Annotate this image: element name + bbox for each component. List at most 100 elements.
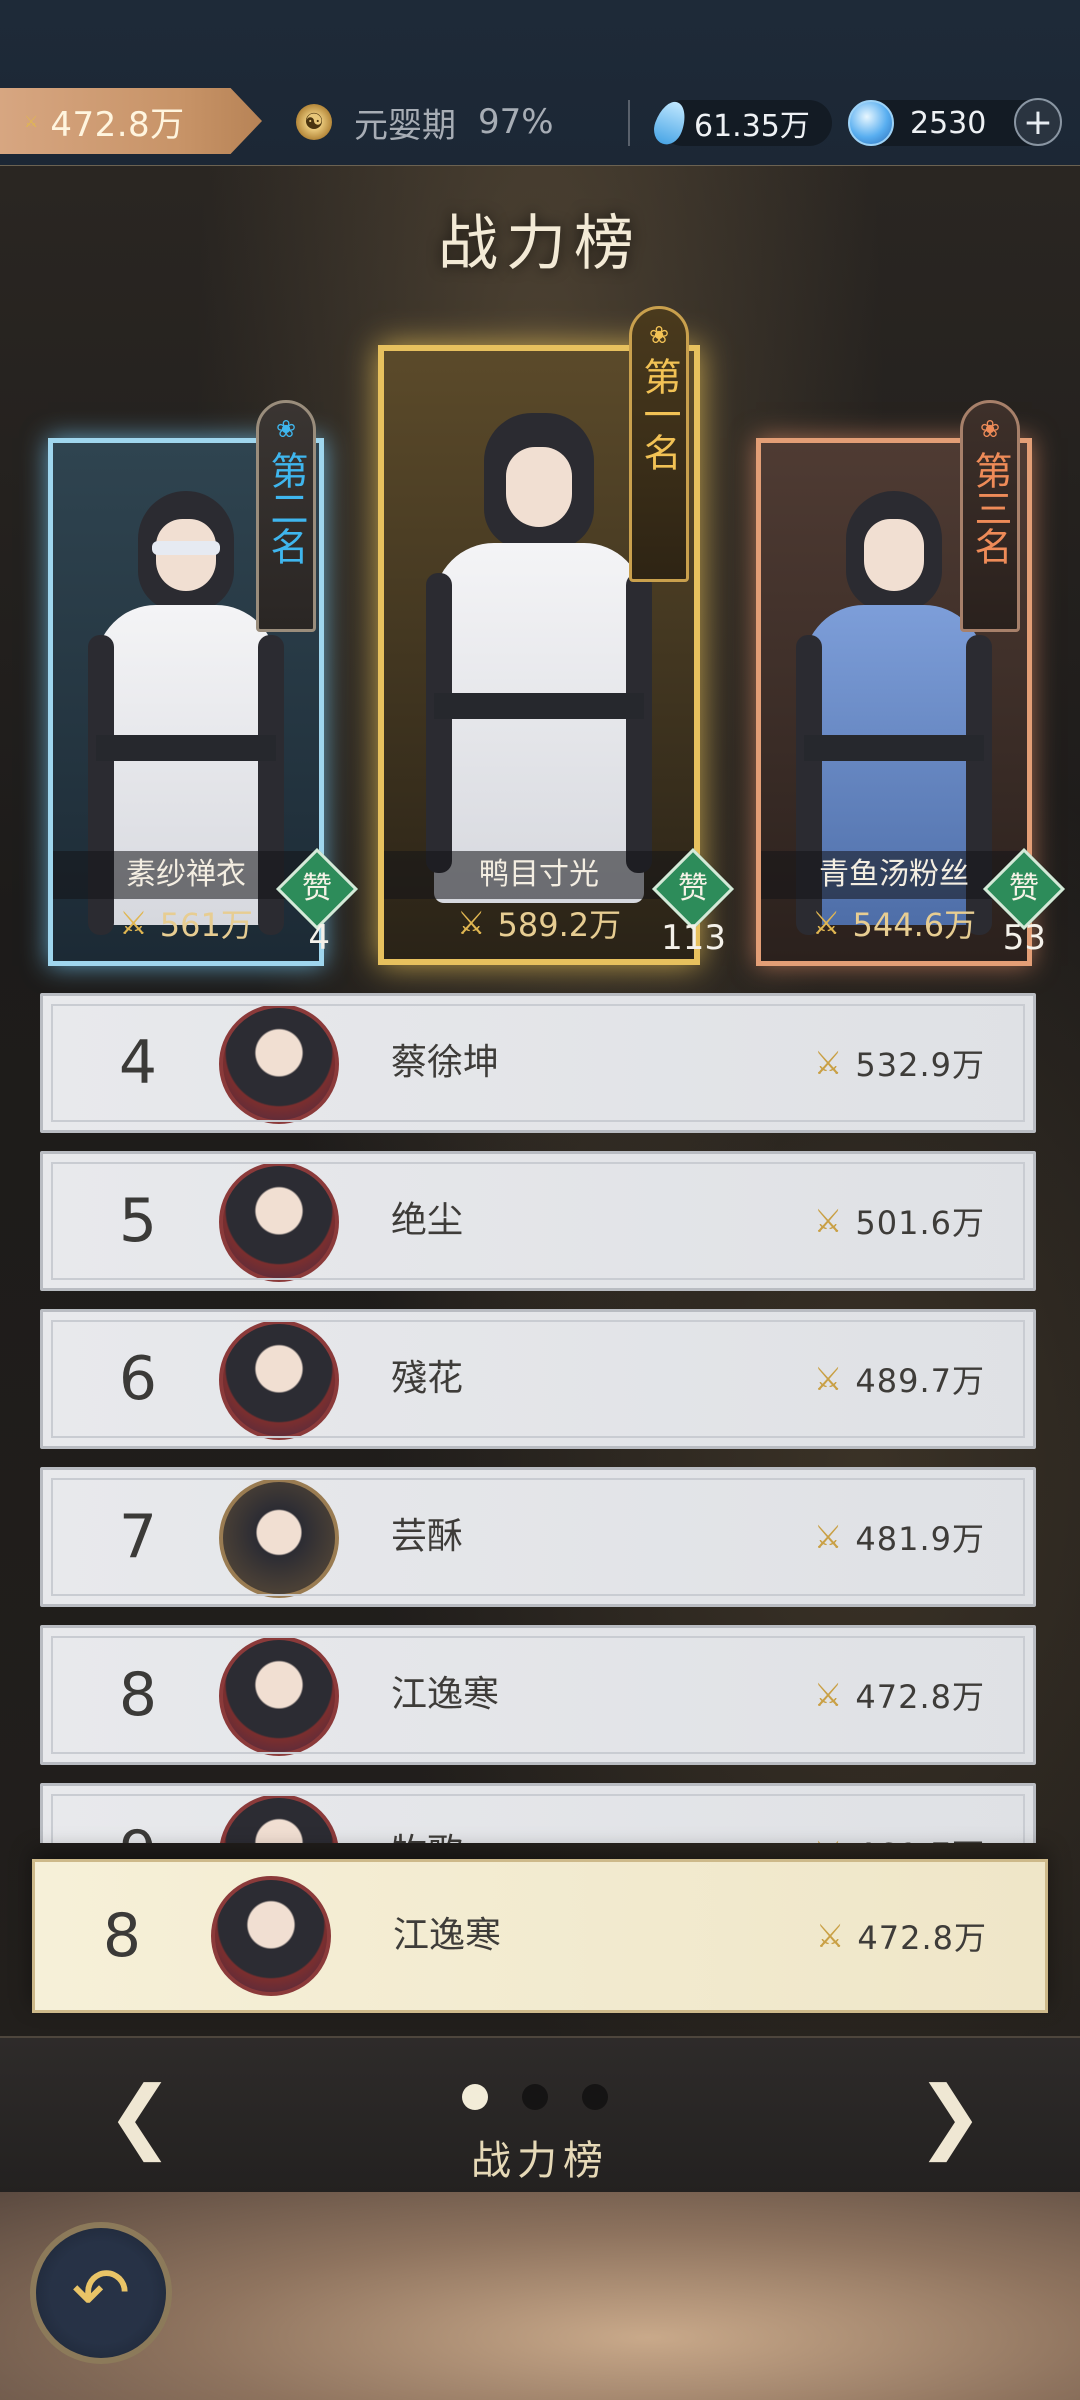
spirit-currency-value: 61.35万 xyxy=(694,109,810,144)
top-status-bar: ⚔ 472.8万 ☯ 元婴期 97% 61.35万 2530 + xyxy=(0,0,1080,167)
avatar[interactable] xyxy=(211,1876,331,1996)
avatar[interactable] xyxy=(219,1636,339,1756)
crossed-swords-icon: ⚔ xyxy=(813,1202,844,1240)
like-label: 赞 xyxy=(678,871,708,906)
add-currency-button[interactable]: + xyxy=(1014,98,1062,146)
crossed-swords-icon: ⚔ xyxy=(811,904,841,942)
rank-list[interactable]: 4 蔡徐坤 ⚔ 532.9万 5 绝尘 ⚔ 501.6万 6 殘花 ⚔ 489.7万 … xyxy=(0,993,1080,1843)
cultivation-realm[interactable]: ☯ 元婴期 97% xyxy=(296,98,554,146)
avatar[interactable] xyxy=(219,1320,339,1440)
rank-label: 第三名 xyxy=(968,451,1012,565)
player-name: 蔡徐坤 xyxy=(391,1042,500,1083)
rank-badge-first: ❀ 第一名 xyxy=(629,306,689,582)
arrow-right-icon[interactable]: ❯ xyxy=(910,2074,990,2158)
gem-currency-value: 2530 xyxy=(910,105,987,141)
player-power: ⚔ 532.9万 xyxy=(814,996,985,1130)
crossed-swords-icon: ⚔ xyxy=(815,1917,846,1955)
avatar[interactable] xyxy=(219,1794,339,1843)
player-power: ⚔ 561万 xyxy=(53,901,319,945)
page-dot[interactable] xyxy=(582,2084,608,2110)
realm-progress: 97% xyxy=(478,102,554,142)
player-power: ⚔ 461.7万 xyxy=(814,1786,985,1843)
rank-number: 6 xyxy=(118,1344,158,1414)
rank-label: 第二名 xyxy=(264,451,308,565)
player-name: 江逸寒 xyxy=(393,1915,502,1956)
power-value: 481.9万 xyxy=(855,1520,985,1558)
back-button[interactable]: ↶ xyxy=(30,2222,172,2364)
player-name: 芸酥 xyxy=(391,1516,464,1557)
rank-row[interactable]: 6 殘花 ⚔ 489.7万 xyxy=(40,1309,1036,1449)
power-value: 544.6万 xyxy=(852,906,977,944)
player-name: 牧歌 xyxy=(391,1786,463,1843)
my-rank-row[interactable]: 8 江逸寒 ⚔ 472.8万 xyxy=(32,1859,1048,2013)
rank-badge-third: ❀ 第三名 xyxy=(960,400,1020,632)
crossed-swords-icon: ⚔ xyxy=(813,1044,844,1082)
like-count: 4 xyxy=(308,918,330,958)
like-label: 赞 xyxy=(1009,871,1039,906)
power-value: 532.9万 xyxy=(855,1046,985,1084)
rank-number: 8 xyxy=(118,1660,158,1730)
power-value: 461.7万 xyxy=(855,1830,985,1843)
rank-number: 4 xyxy=(118,1028,158,1098)
divider xyxy=(628,100,630,146)
player-power: ⚔ 472.8万 xyxy=(816,1862,987,2010)
crossed-swords-icon: ⚔ xyxy=(813,1518,844,1556)
rank-row[interactable]: 8 江逸寒 ⚔ 472.8万 xyxy=(40,1625,1036,1765)
player-power: ⚔ 472.8万 xyxy=(814,1628,985,1762)
player-power: ⚔ 544.6万 xyxy=(761,901,1027,945)
power-value: 561万 xyxy=(159,906,253,944)
crossed-swords-icon: ⚔ xyxy=(456,904,486,942)
rank-badge-second: ❀ 第二名 xyxy=(256,400,316,632)
player-name: 江逸寒 xyxy=(391,1674,500,1715)
page-dot[interactable] xyxy=(522,2084,548,2110)
rank-number: 7 xyxy=(118,1502,158,1572)
avatar[interactable] xyxy=(219,1162,339,1282)
rank-label: 第一名 xyxy=(637,357,681,471)
spirit-currency[interactable]: 61.35万 xyxy=(649,97,832,149)
power-value: 489.7万 xyxy=(855,1362,985,1400)
page-indicator xyxy=(462,2084,608,2110)
player-power: ⚔ 589.2万 xyxy=(384,901,694,945)
rank-number: 5 xyxy=(118,1186,158,1256)
player-power: ⚔ 501.6万 xyxy=(814,1154,985,1288)
gem-icon xyxy=(848,100,894,146)
rank-row[interactable]: 4 蔡徐坤 ⚔ 532.9万 xyxy=(40,993,1036,1133)
power-value: 589.2万 xyxy=(497,906,622,944)
plus-icon: + xyxy=(1022,101,1054,143)
power-value: 501.6万 xyxy=(855,1204,985,1242)
player-power: ⚔ 481.9万 xyxy=(814,1470,985,1604)
rank-row[interactable]: 9 牧歌 ⚔ 461.7万 xyxy=(40,1783,1036,1843)
crossed-swords-icon: ⚔ xyxy=(813,1676,844,1714)
lotus-icon: ❀ xyxy=(275,415,297,443)
rank-row[interactable]: 5 绝尘 ⚔ 501.6万 xyxy=(40,1151,1036,1291)
character-portrait xyxy=(426,413,652,903)
spirit-drop-icon xyxy=(649,97,691,149)
crossed-swords-icon: ⚔ xyxy=(119,904,148,942)
player-power: ⚔ 489.7万 xyxy=(814,1312,985,1446)
avatar[interactable] xyxy=(219,1478,339,1598)
lotus-icon: ❀ xyxy=(979,415,1001,443)
player-name: 鸭目寸光 xyxy=(384,851,694,899)
crossed-swords-icon: ⚔ xyxy=(814,1834,844,1843)
back-icon: ↶ xyxy=(71,2252,131,2334)
like-count: 113 xyxy=(661,918,726,958)
combat-power-value: 472.8万 xyxy=(50,104,185,145)
crossed-swords-icon: ⚔ xyxy=(813,1360,844,1398)
avatar[interactable] xyxy=(219,1004,339,1124)
rank-number: 8 xyxy=(102,1901,142,1971)
player-name: 绝尘 xyxy=(391,1200,464,1241)
lotus-icon: ❀ xyxy=(648,321,670,349)
leaderboard-switcher: ❮ 战力榜 ❯ xyxy=(0,2036,1080,2194)
realm-name: 元婴期 xyxy=(354,105,456,146)
yin-yang-icon: ☯ xyxy=(296,104,332,140)
like-count: 53 xyxy=(1002,918,1046,958)
like-label: 赞 xyxy=(302,871,332,906)
power-value: 472.8万 xyxy=(855,1678,985,1716)
player-name: 殘花 xyxy=(391,1358,464,1399)
page-dot[interactable] xyxy=(462,2084,488,2110)
combat-power-chip[interactable]: ⚔ 472.8万 xyxy=(0,88,262,154)
power-value: 472.8万 xyxy=(857,1919,987,1957)
crossed-swords-icon: ⚔ xyxy=(24,111,39,131)
rank-row[interactable]: 7 芸酥 ⚔ 481.9万 xyxy=(40,1467,1036,1607)
page-title: 战力榜 xyxy=(438,209,642,279)
